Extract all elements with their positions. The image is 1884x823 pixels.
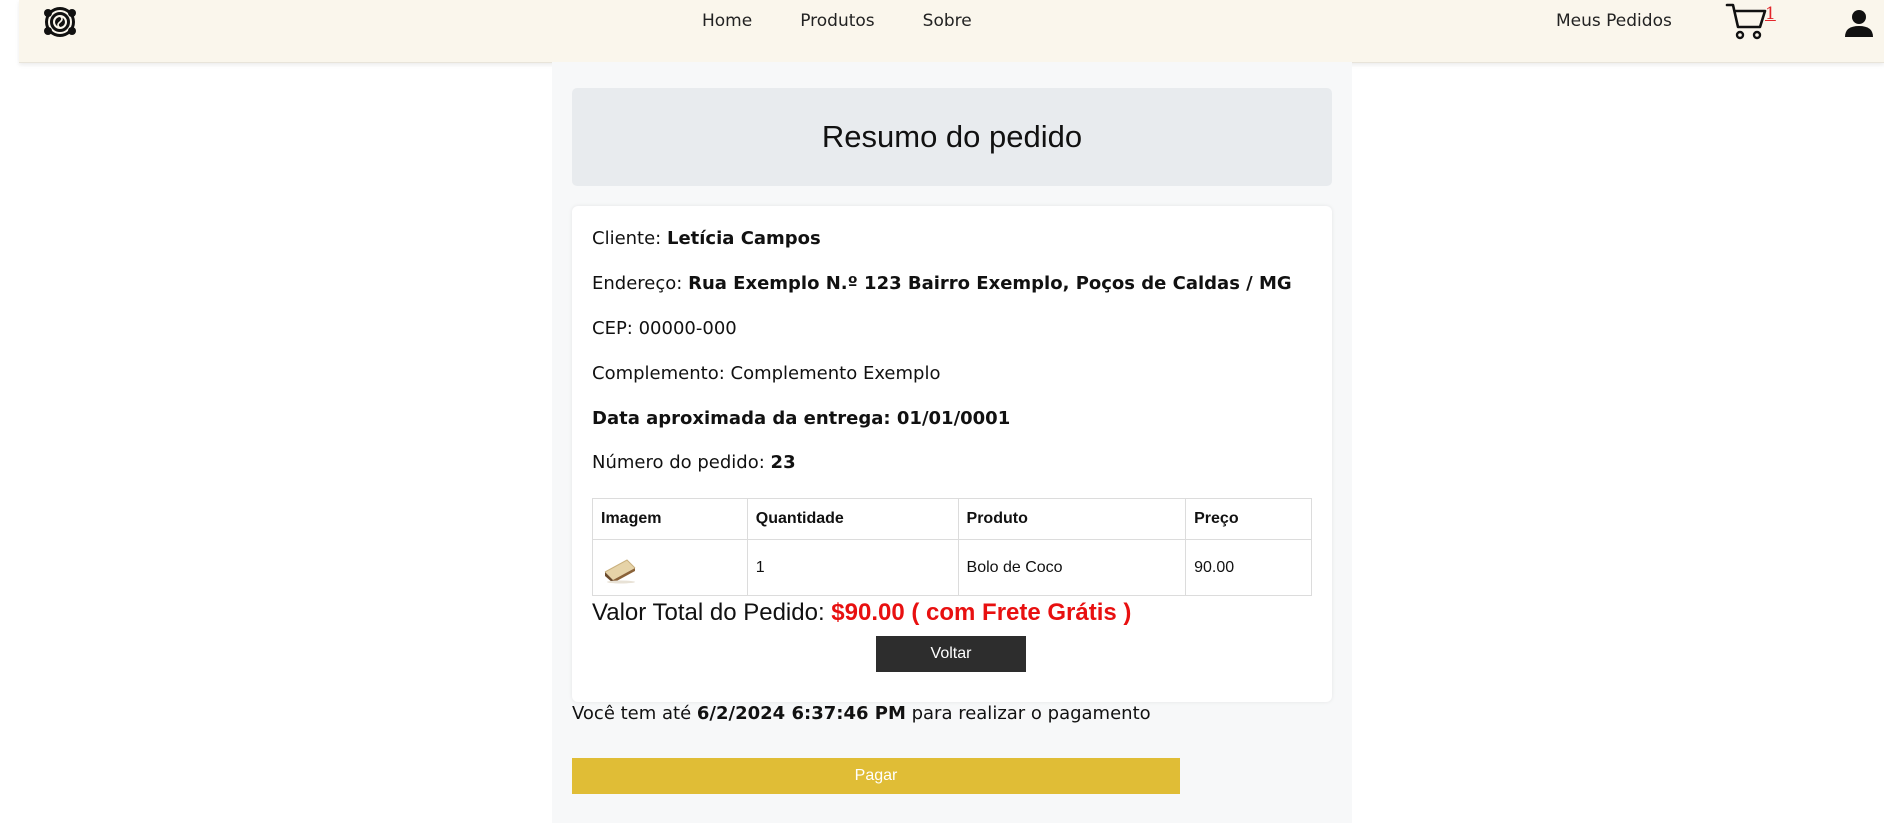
table-row: 1 Bolo de Coco 90.00 (592, 539, 1312, 596)
pagar-button[interactable]: Pagar (572, 758, 1180, 794)
cart-count-badge[interactable]: 1 (1765, 4, 1776, 24)
user-icon[interactable] (1844, 8, 1874, 38)
order-number-value: 23 (770, 452, 796, 473)
complement-row: Complemento: Complemento Exemplo (592, 363, 940, 384)
cell-quantity: 1 (746, 539, 959, 596)
complement-label: Complemento: (592, 363, 725, 384)
column-header-quantidade: Quantidade (746, 498, 959, 540)
total-label: Valor Total do Pedido: (592, 599, 825, 626)
summary-header: Resumo do pedido (572, 88, 1332, 186)
order-items-table: Imagem Quantidade Produto Preço 1 Bolo d… (592, 498, 1312, 596)
address-row: Endereço: Rua Exemplo N.º 123 Bairro Exe… (592, 273, 1292, 294)
order-summary-card: Cliente: Letícia Campos Endereço: Rua Ex… (572, 206, 1332, 702)
rose-logo-icon[interactable] (43, 5, 77, 39)
cell-image (592, 539, 748, 596)
order-number-row: Número do pedido: 23 (592, 452, 796, 473)
delivery-label: Data aproximada da entrega: (592, 408, 891, 429)
client-label: Cliente: (592, 228, 662, 249)
cep-label: CEP: (592, 318, 633, 339)
voltar-button[interactable]: Voltar (876, 636, 1026, 672)
column-header-imagem: Imagem (592, 498, 748, 540)
deadline-prefix: Você tem até (572, 703, 692, 724)
delivery-date: 01/01/0001 (896, 408, 1011, 429)
column-header-produto: Produto (957, 498, 1187, 540)
nav-link-home[interactable]: Home (702, 11, 752, 31)
page-title: Resumo do pedido (821, 119, 1083, 154)
delivery-row: Data aproximada da entrega: 01/01/0001 (592, 408, 1010, 429)
cep-row: CEP: 00000-000 (592, 318, 737, 339)
cell-price: 90.00 (1185, 539, 1312, 596)
navbar: Home Produtos Sobre Meus Pedidos 1 (19, 0, 1884, 63)
client-row: Cliente: Letícia Campos (592, 228, 821, 249)
cart-icon[interactable] (1725, 0, 1769, 44)
cell-product: Bolo de Coco (957, 539, 1187, 596)
deadline-suffix: para realizar o pagamento (911, 703, 1151, 724)
complement-value: Complemento Exemplo (730, 363, 941, 384)
order-number-label: Número do pedido: (592, 452, 765, 473)
nav-link-produtos[interactable]: Produtos (800, 11, 874, 31)
cake-thumbnail-image (604, 558, 636, 583)
client-name: Letícia Campos (666, 228, 821, 249)
column-header-preco: Preço (1185, 498, 1312, 540)
address-label: Endereço: (592, 273, 683, 294)
payment-deadline: Você tem até 6/2/2024 6:37:46 PM para re… (572, 703, 1151, 724)
order-total: Valor Total do Pedido: $90.00 ( com Fret… (592, 599, 1131, 627)
cep-value: 00000-000 (638, 318, 737, 339)
table-header-row: Imagem Quantidade Produto Preço (592, 498, 1312, 540)
nav-links: Home Produtos Sobre (702, 11, 972, 31)
main-column: Resumo do pedido Cliente: Letícia Campos… (552, 62, 1352, 823)
address-value: Rua Exemplo N.º 123 Bairro Exemplo, Poço… (688, 273, 1292, 294)
total-value: $90.00 ( com Frete Grátis ) (831, 599, 1132, 626)
deadline-datetime: 6/2/2024 6:37:46 PM (696, 703, 906, 724)
nav-link-meus-pedidos[interactable]: Meus Pedidos (1556, 11, 1672, 31)
nav-link-sobre[interactable]: Sobre (923, 11, 972, 31)
order-items-table-wrap: Imagem Quantidade Produto Preço 1 Bolo d… (592, 498, 1312, 596)
